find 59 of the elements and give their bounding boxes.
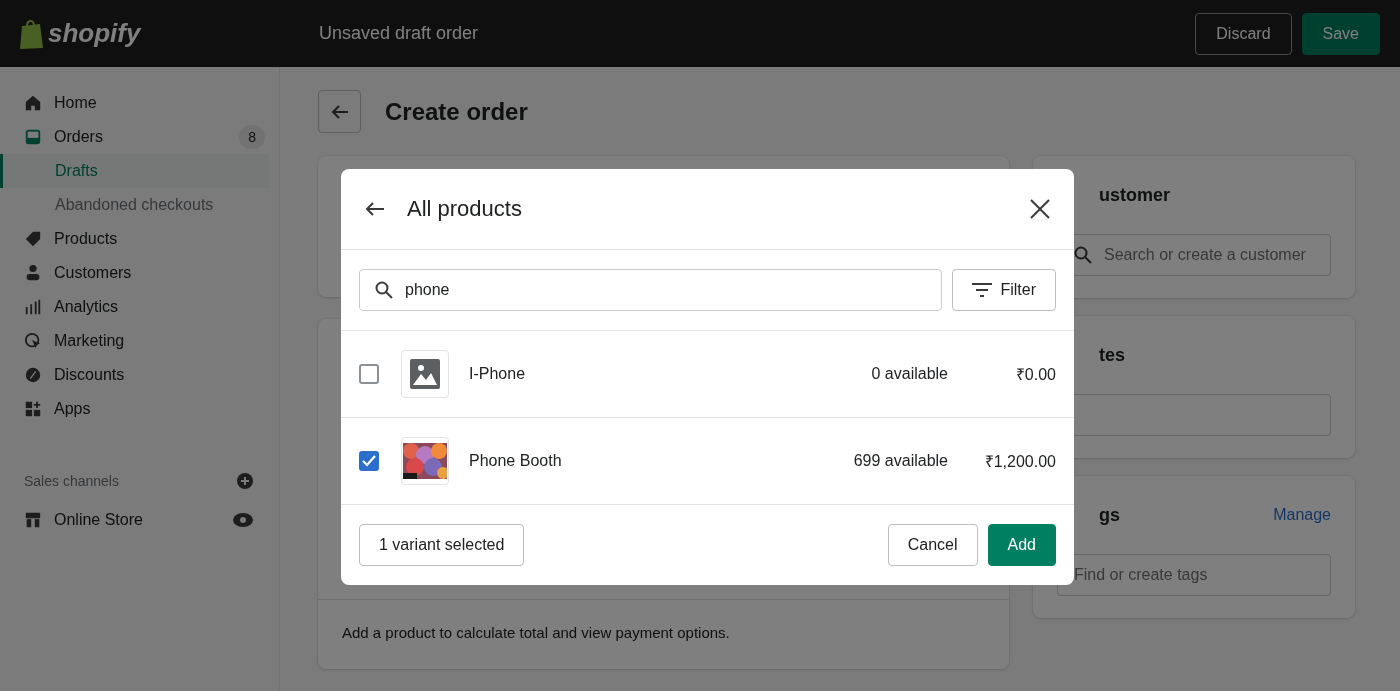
nav-item[interactable]: Marketing bbox=[0, 324, 269, 358]
product-name: Phone Booth bbox=[469, 452, 563, 470]
home-icon bbox=[24, 94, 42, 112]
availability: 699 available bbox=[852, 452, 948, 470]
nav-item[interactable]: Apps bbox=[0, 392, 269, 426]
orders-icon bbox=[24, 128, 42, 146]
close-icon[interactable] bbox=[1030, 199, 1050, 219]
price: ₹0.00 bbox=[1014, 365, 1056, 385]
nav-item[interactable]: Online Store bbox=[0, 503, 223, 537]
selection-count-button[interactable]: 1 variant selected bbox=[359, 524, 525, 566]
product-row[interactable]: I-Phone 0 available ₹0.00 bbox=[341, 331, 1074, 418]
card-title: gs bbox=[1099, 504, 1120, 526]
filter-icon bbox=[972, 283, 993, 297]
nav-item[interactable]: Orders 8 bbox=[0, 120, 269, 154]
back-arrow-icon bbox=[330, 103, 349, 120]
search-field[interactable]: phone bbox=[359, 269, 943, 311]
eye-icon[interactable] bbox=[233, 513, 253, 527]
percent-icon bbox=[24, 366, 42, 384]
payment-note: Add a product to calculate total and view payment options. bbox=[342, 624, 731, 641]
manage-link[interactable]: Manage bbox=[1273, 506, 1331, 524]
card-title: ustomer bbox=[1099, 184, 1170, 206]
nav-item[interactable]: Customers bbox=[0, 256, 269, 290]
logo-text: shopify bbox=[48, 18, 141, 49]
count-badge: 8 bbox=[239, 125, 265, 149]
filter-button[interactable]: Filter bbox=[952, 269, 1056, 311]
product-row[interactable]: Phone Booth 699 available ₹1,200.00 bbox=[341, 418, 1074, 505]
shopping-bag-icon bbox=[18, 17, 44, 50]
modal-title: All products bbox=[407, 196, 523, 222]
price: ₹1,200.00 bbox=[983, 452, 1056, 472]
apps-icon bbox=[24, 400, 42, 418]
tag-icon bbox=[24, 230, 42, 248]
page-status-title: Unsaved draft order bbox=[319, 23, 480, 44]
section-heading: Sales channels bbox=[24, 473, 119, 489]
save-button[interactable]: Save bbox=[1301, 12, 1380, 55]
nav-item[interactable]: Products bbox=[0, 222, 269, 256]
nav-item[interactable]: Analytics bbox=[0, 290, 269, 324]
page-title: Create order bbox=[385, 97, 528, 126]
back-arrow-icon[interactable] bbox=[365, 201, 385, 217]
bars-icon bbox=[24, 298, 42, 316]
product-name: I-Phone bbox=[469, 365, 527, 383]
back-button[interactable] bbox=[318, 90, 361, 133]
search-icon bbox=[375, 281, 393, 299]
add-icon[interactable] bbox=[237, 473, 253, 489]
nav-subitem[interactable]: Abandoned checkouts bbox=[0, 188, 269, 222]
discard-button[interactable]: Discard bbox=[1195, 12, 1292, 55]
checkbox[interactable] bbox=[359, 451, 379, 471]
target-icon bbox=[24, 332, 42, 350]
person-icon bbox=[24, 264, 42, 282]
store-icon bbox=[24, 511, 42, 529]
card-title: tes bbox=[1099, 344, 1125, 366]
nav-item[interactable]: Discounts bbox=[0, 358, 269, 392]
add-button[interactable]: Add bbox=[987, 524, 1056, 566]
cancel-button[interactable]: Cancel bbox=[887, 524, 978, 566]
availability: 0 available bbox=[870, 365, 948, 383]
image-icon bbox=[410, 359, 440, 389]
nav-item[interactable]: Home bbox=[0, 86, 269, 120]
search-icon bbox=[1074, 246, 1092, 264]
checkbox[interactable] bbox=[359, 364, 379, 384]
nav-subitem[interactable]: Drafts bbox=[0, 154, 269, 188]
